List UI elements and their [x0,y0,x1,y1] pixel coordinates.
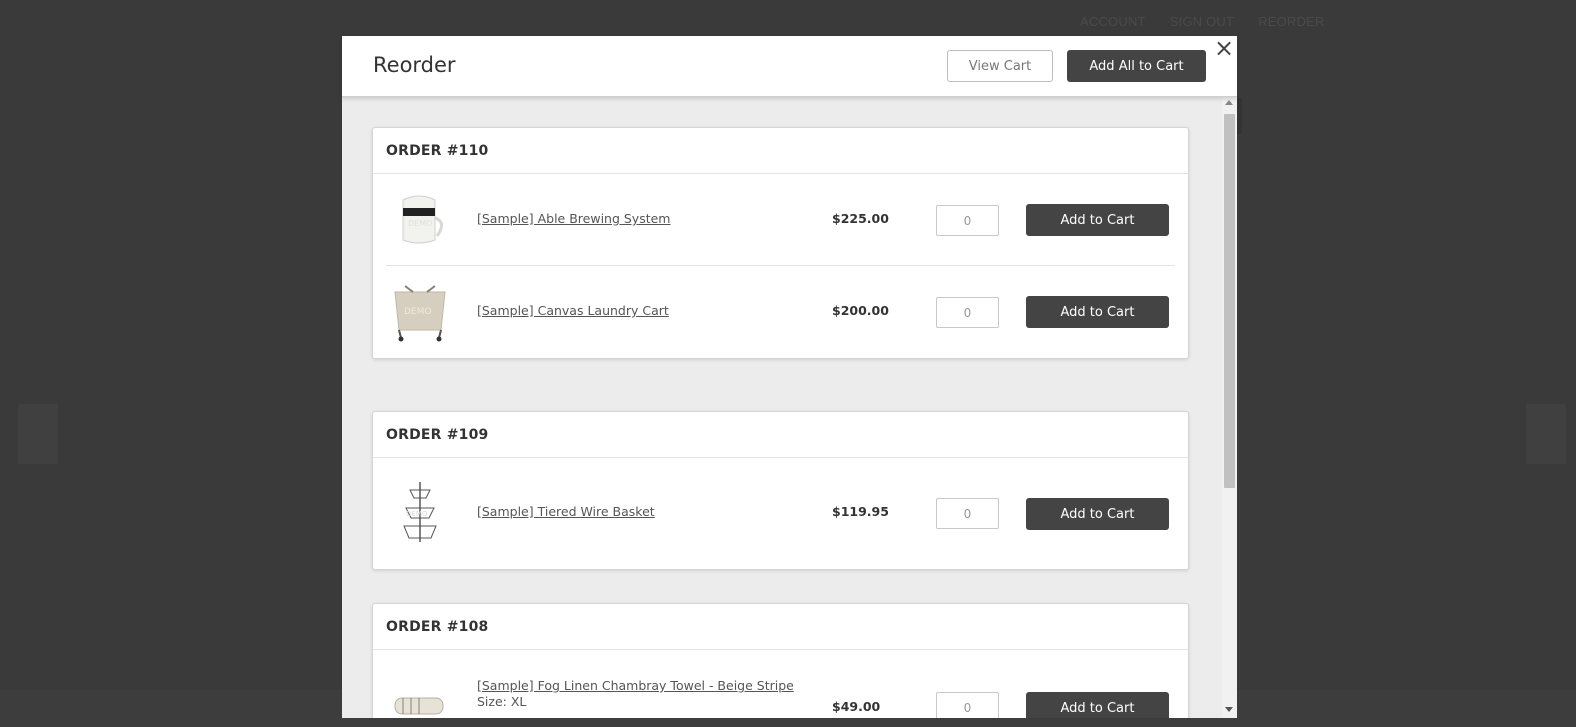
order-card: ORDER #108 [Sample] Fog Linen Chambray T… [372,603,1189,718]
product-price: $49.00 [832,699,881,714]
add-to-cart-button[interactable]: Add to Cart [1026,498,1169,530]
modal-header: Reorder View Cart Add All to Cart × [342,36,1237,97]
product-price: $119.95 [832,504,889,519]
modal-scrollbar[interactable] [1222,97,1237,718]
order-item-row: DEMO [Sample] Able Brewing System $225.0… [386,174,1175,266]
modal-body: ORDER #110 DEMO [Sample] Able Brewing Sy… [342,97,1222,718]
svg-text:DEMO: DEMO [404,307,431,317]
view-cart-button[interactable]: View Cart [947,50,1053,82]
product-price: $200.00 [832,303,889,318]
order-item-row: DEMO [Sample] Tiered Wire Basket $119.95… [386,458,1175,569]
svg-text:DEMO: DEMO [408,219,432,228]
quantity-input[interactable] [936,692,999,718]
add-to-cart-button[interactable]: Add to Cart [1026,296,1169,328]
scroll-down-icon[interactable] [1225,707,1233,712]
add-to-cart-button[interactable]: Add to Cart [1026,692,1169,718]
order-label: ORDER #109 [373,412,1188,458]
modal-title: Reorder [373,53,456,77]
add-to-cart-button[interactable]: Add to Cart [1026,204,1169,236]
product-link[interactable]: [Sample] Canvas Laundry Cart [477,303,669,318]
scrollbar-thumb[interactable] [1224,114,1235,488]
product-link[interactable]: [Sample] Fog Linen Chambray Towel - Beig… [477,678,794,693]
background-nav: ACCOUNT SIGN OUT REORDER [1080,14,1325,29]
quantity-input[interactable] [936,205,999,236]
product-size: Size: XL [477,694,526,709]
order-item-row: [Sample] Fog Linen Chambray Towel - Beig… [386,650,1175,718]
bg-account-link: ACCOUNT [1080,14,1146,29]
bg-sign-out-link: SIGN OUT [1169,14,1235,29]
add-all-to-cart-button[interactable]: Add All to Cart [1067,50,1206,82]
product-link[interactable]: [Sample] Tiered Wire Basket [477,504,655,519]
scroll-up-icon[interactable] [1225,100,1233,105]
order-item-row: DEMO [Sample] Canvas Laundry Cart $200.0… [386,266,1175,358]
wire-basket-image: DEMO [391,482,449,542]
background-next-arrow [1526,404,1566,464]
order-card: ORDER #109 DEMO [Sample] Tiered Wire Bas… [372,411,1189,570]
order-card: ORDER #110 DEMO [Sample] Able Brewing Sy… [372,127,1189,359]
order-label: ORDER #110 [373,128,1188,174]
product-link[interactable]: [Sample] Able Brewing System [477,211,671,226]
background-prev-arrow [18,404,58,464]
size-label: Size: [477,694,507,709]
bg-reorder-link: REORDER [1258,14,1325,29]
svg-text:DEMO: DEMO [406,510,428,518]
order-label: ORDER #108 [373,604,1188,650]
laundry-cart-image: DEMO [391,282,449,342]
towel-image [391,690,449,718]
close-icon[interactable]: × [1214,36,1234,60]
quantity-input[interactable] [936,297,999,328]
quantity-input[interactable] [936,498,999,529]
reorder-modal: Reorder View Cart Add All to Cart × ORDE… [342,36,1237,718]
brewing-system-image: DEMO [391,190,449,250]
product-price: $225.00 [832,211,889,226]
size-value: XL [510,694,527,709]
